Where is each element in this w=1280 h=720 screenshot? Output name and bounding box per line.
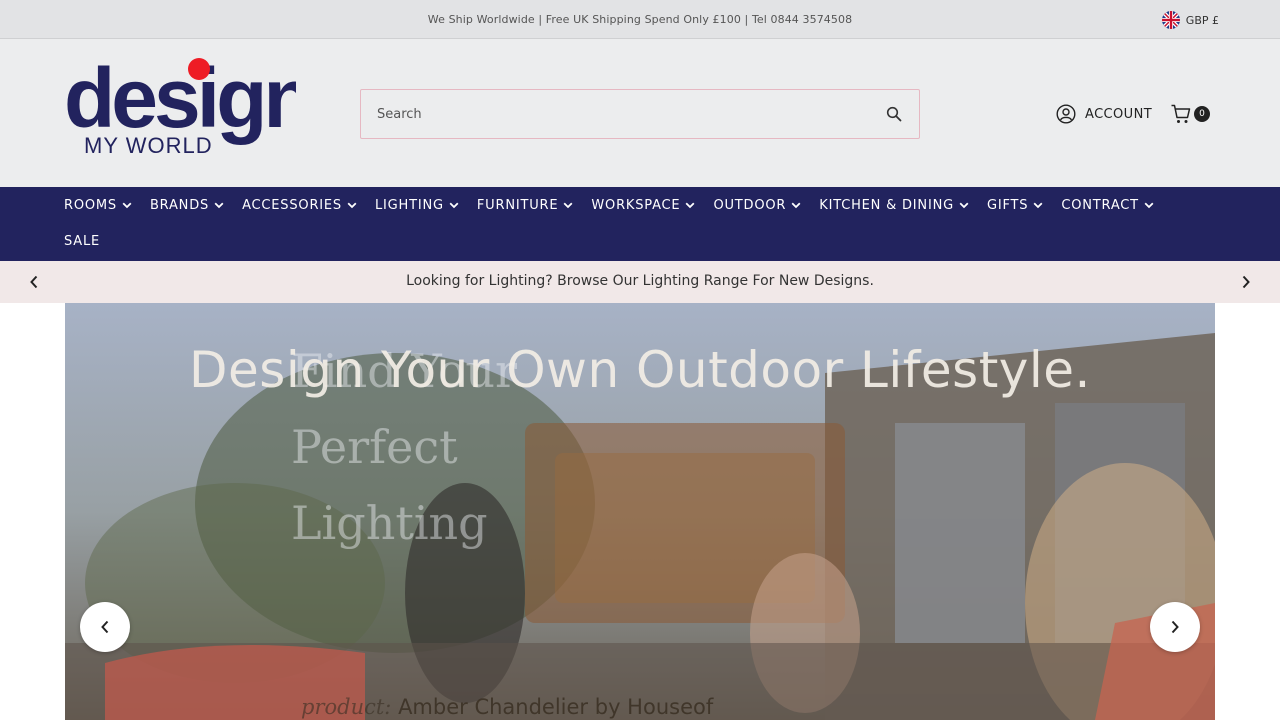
chevron-down-icon [791,198,801,213]
logo-tagline: MY WORLD [84,133,213,158]
site-header: design MY WORLD ACCOUNT 0 [0,39,1280,187]
main-navigation: ROOMS BRANDS ACCESSORIES LIGHTING FURNITURE W… [0,187,1280,261]
nav-item-label: ROOMS [64,197,117,213]
nav-item-contract[interactable]: CONTRACT [1061,198,1154,213]
nav-item-label: ACCESSORIES [242,197,342,213]
slideshow-next-button[interactable] [1150,602,1200,652]
nav-row: SALE [64,231,118,251]
chevron-down-icon [959,198,969,213]
currency-selector[interactable]: GBP £ [1161,11,1219,29]
hero-caption-prefix: product: [301,695,392,719]
search-button[interactable] [869,90,919,138]
chevron-down-icon [347,198,357,213]
promo-carousel: Looking for Lighting? Browse Our Lightin… [0,261,1280,303]
hero-heading: Design Your Own Outdoor Lifestyle. [189,341,1091,399]
chevron-down-icon [449,198,459,213]
account-label: ACCOUNT [1085,106,1153,122]
chevron-down-icon [1144,198,1154,213]
promo-next-button[interactable] [1235,271,1257,293]
chevron-down-icon [1033,198,1043,213]
announcement-text: We Ship Worldwide | Free UK Shipping Spe… [427,13,853,26]
cart-button[interactable]: 0 [1170,102,1212,126]
chevron-down-icon [563,198,573,213]
nav-item-rooms[interactable]: ROOMS [64,198,132,213]
nav-item-brands[interactable]: BRANDS [150,198,224,213]
currency-label: GBP £ [1185,13,1219,27]
account-link[interactable]: ACCOUNT [1056,103,1152,125]
hero-ghost-line: Lighting [291,496,488,550]
nav-item-workspace[interactable]: WORKSPACE [591,198,695,213]
nav-item-kitchen-dining[interactable]: KITCHEN & DINING [819,198,969,213]
hero-ghost-line: Perfect [291,420,458,474]
nav-item-label: SALE [64,233,101,249]
nav-item-outdoor[interactable]: OUTDOOR [713,198,801,213]
uk-flag-icon [1161,11,1180,29]
nav-item-gifts[interactable]: GIFTS [987,198,1043,213]
nav-item-label: LIGHTING [374,197,444,213]
nav-item-accessories[interactable]: ACCESSORIES [242,198,357,213]
search-input[interactable] [361,90,869,138]
search-bar [360,89,920,139]
hero-caption: product: Amber Chandelier by Houseof [301,695,713,719]
cart-icon [1171,104,1191,123]
hero-caption-text: Amber Chandelier by Houseof [398,695,714,719]
slideshow-prev-button[interactable] [80,602,130,652]
nav-item-furniture[interactable]: FURNITURE [477,198,574,213]
chevron-left-icon [101,620,109,634]
user-icon [1056,104,1076,124]
chevron-down-icon [122,198,132,213]
hero-slideshow[interactable]: Find Your Perfect Lighting Design Your O… [65,303,1215,720]
chevron-down-icon [214,198,224,213]
nav-item-label: OUTDOOR [713,197,787,213]
chevron-down-icon [685,198,695,213]
nav-item-label: GIFTS [986,197,1029,213]
cart-count-badge: 0 [1194,106,1210,122]
nav-item-label: CONTRACT [1061,197,1139,213]
logo-word: design [64,57,296,145]
nav-row: ROOMS BRANDS ACCESSORIES LIGHTING FURNITURE W… [64,195,1172,215]
nav-item-sale[interactable]: SALE [64,234,100,249]
nav-item-label: BRANDS [149,197,210,213]
site-logo[interactable]: design MY WORLD [64,57,296,159]
nav-item-label: FURNITURE [476,197,559,213]
nav-item-label: KITCHEN & DINING [819,197,954,213]
promo-message[interactable]: Looking for Lighting? Browse Our Lightin… [0,273,1280,289]
nav-item-label: WORKSPACE [591,197,681,213]
chevron-right-icon [1171,620,1179,634]
announcement-bar: We Ship Worldwide | Free UK Shipping Spe… [0,0,1280,39]
search-icon [886,106,902,122]
chevron-right-icon [1242,275,1250,289]
nav-item-lighting[interactable]: LIGHTING [375,198,459,213]
